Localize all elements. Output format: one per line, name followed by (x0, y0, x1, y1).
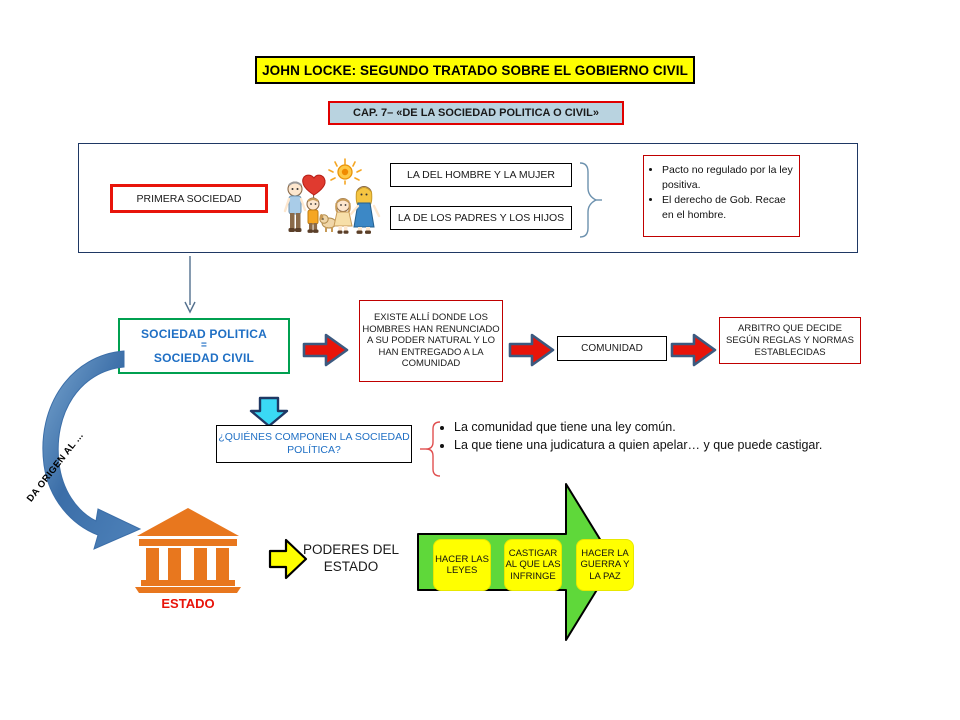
arbiter-box: ARBITRO QUE DECIDE SEGÚN REGLAS Y NORMAS… (719, 317, 861, 364)
society-type-box: LA DE LOS PADRES Y LOS HIJOS (390, 206, 572, 230)
cyan-down-arrow-icon (248, 396, 290, 428)
power-chip: HACER LA GUERRA Y LA PAZ (576, 539, 634, 591)
family-clipart (283, 156, 382, 238)
answer-item: La que tiene una judicatura a quien apel… (454, 436, 836, 454)
red-arrow-right-icon-1 (302, 333, 350, 367)
red-arrow-right-icon-2 (508, 333, 556, 367)
chapter-subtitle: CAP. 7– «DE LA SOCIEDAD POLITICA O CIVIL… (328, 101, 624, 125)
temple-icon (133, 506, 243, 594)
pacto-notes-list: Pacto no regulado por la ley positiva. E… (648, 163, 793, 222)
estado-label: ESTADO (161, 596, 215, 611)
pacto-notes-box: Pacto no regulado por la ley positiva. E… (643, 155, 800, 237)
poderes-del-estado-label: PODERES DEL ESTADO (302, 542, 400, 574)
blue-brace-icon (578, 160, 604, 240)
power-chip: CASTIGAR AL QUE LAS INFRINGE (504, 539, 562, 591)
comunidad-box: COMUNIDAD (557, 336, 667, 361)
political-society-definition-box: EXISTE ALLÍ DONDE LOS HOMBRES HAN RENUNC… (359, 300, 503, 382)
question-answers-list: La comunidad que tiene una ley común. La… (436, 418, 836, 454)
pacto-note-item: El derecho de Gob. Recae en el hombre. (662, 193, 793, 222)
answers-list: La comunidad que tiene una ley común. La… (436, 418, 836, 454)
pacto-note-item: Pacto no regulado por la ley positiva. (662, 163, 793, 192)
political-society-line1: SOCIEDAD POLITICA (140, 327, 268, 341)
down-arrow-thin-icon (182, 256, 198, 314)
society-type-box: LA DEL HOMBRE Y LA MUJER (390, 163, 572, 187)
power-chip: HACER LAS LEYES (433, 539, 491, 591)
answer-item: La comunidad que tiene una ley común. (454, 418, 836, 436)
question-box: ¿QUIÉNES COMPONEN LA SOCIEDAD POLÍTICA? (216, 425, 412, 463)
page-title: JOHN LOCKE: SEGUNDO TRATADO SOBRE EL GOB… (255, 56, 695, 84)
red-arrow-right-icon-3 (670, 333, 718, 367)
primera-sociedad-box: PRIMERA SOCIEDAD (110, 184, 268, 213)
